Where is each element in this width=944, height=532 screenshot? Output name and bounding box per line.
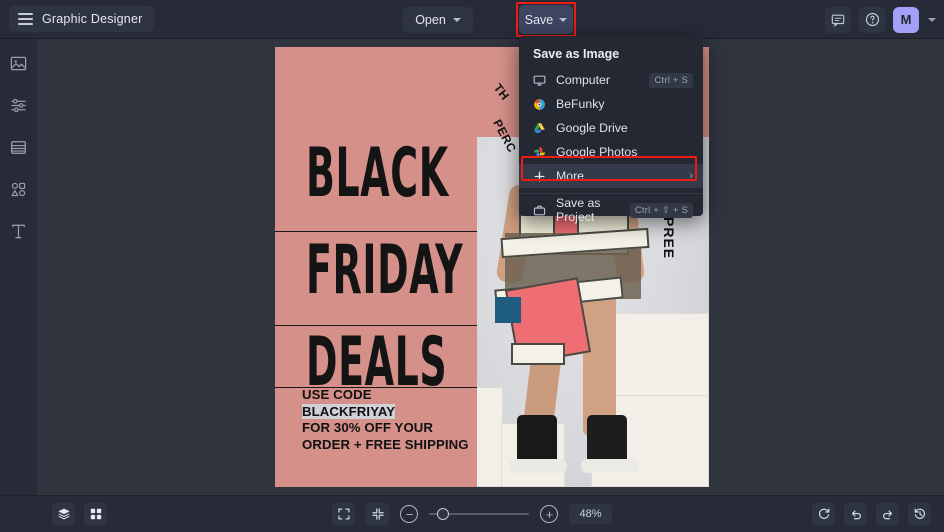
promo-line-4: ORDER + FREE SHIPPING	[302, 436, 469, 452]
menu-item-label: Computer	[556, 73, 610, 87]
menu-item-shortcut: Ctrl + ⇧ + S	[629, 202, 693, 218]
redo-icon[interactable]	[876, 502, 899, 526]
menu-item-label: More	[556, 169, 585, 183]
sidebar-item-edit[interactable]	[7, 93, 31, 117]
menu-item-label: BeFunky	[556, 97, 605, 111]
save-button-wrap: Save	[519, 5, 573, 34]
app-title: Graphic Designer	[42, 12, 143, 26]
menu-item-befunky[interactable]: BeFunky	[519, 92, 703, 116]
chevron-down-icon	[452, 17, 461, 22]
reset-icon[interactable]	[812, 502, 835, 526]
zoom-in-button[interactable]: +	[540, 505, 559, 523]
app-menu-button[interactable]: Graphic Designer	[9, 6, 155, 32]
model-shoe-sole	[581, 459, 639, 473]
menu-item-google-photos[interactable]: Google Photos	[519, 140, 703, 164]
menu-item-shortcut: Ctrl + S	[649, 72, 693, 88]
menu-divider	[519, 193, 703, 194]
sidebar-item-text[interactable]	[7, 219, 31, 243]
menu-heading: Save as Image	[533, 47, 620, 61]
zoom-out-button[interactable]: −	[400, 505, 419, 523]
menu-item-computer[interactable]: Computer Ctrl + S	[519, 68, 703, 92]
headline-friday: FRIDAY	[306, 231, 464, 310]
collapse-icon[interactable]	[366, 502, 390, 526]
comment-icon[interactable]	[825, 6, 851, 33]
menu-item-label: Google Drive	[556, 121, 628, 135]
zoom-level-label[interactable]: 48%	[569, 504, 612, 524]
zoom-controls: − + 48%	[0, 502, 944, 526]
top-bar-right: M	[825, 0, 936, 39]
garment-band	[511, 343, 565, 365]
avatar-chevron-down-icon[interactable]	[928, 17, 936, 22]
save-label: Save	[524, 12, 554, 27]
google-drive-icon	[533, 122, 550, 135]
promo-text-block: USE CODE BLACKFRIYAY FOR 30% OFF YOUR OR…	[302, 387, 502, 453]
history-icon[interactable]	[908, 502, 931, 526]
menu-item-save-as-project[interactable]: Save as Project Ctrl + ⇧ + S	[519, 196, 703, 224]
befunky-logo-icon	[533, 98, 550, 111]
zoom-slider-handle[interactable]	[437, 508, 450, 520]
chevron-down-icon	[559, 17, 568, 22]
save-dropdown-menu[interactable]: Save as Image Computer Ctrl + S BeFunky	[519, 36, 703, 224]
bottom-left-tools	[52, 502, 107, 526]
app-root: Graphic Designer Open Save M TH PERC PRE…	[0, 0, 944, 532]
open-label: Open	[415, 12, 446, 27]
model-shoe-sole	[509, 459, 567, 473]
menu-item-google-drive[interactable]: Google Drive	[519, 116, 703, 140]
avatar[interactable]: M	[893, 6, 919, 33]
bottom-bar: − + 48%	[0, 495, 944, 532]
plus-icon	[533, 170, 550, 183]
sidebar-item-image[interactable]	[7, 51, 31, 75]
headline-black: BLACK	[306, 134, 449, 213]
top-bar: Graphic Designer Open Save M	[0, 0, 944, 39]
zoom-slider[interactable]	[429, 507, 530, 521]
bottom-right-tools	[812, 502, 931, 526]
menu-item-label: Google Photos	[556, 145, 638, 159]
vertical-text: PREE	[661, 217, 677, 260]
promo-line-3: FOR 30% OFF YOUR	[302, 420, 434, 435]
help-circle-icon[interactable]	[859, 6, 885, 33]
expand-icon[interactable]	[332, 502, 356, 526]
menu-item-more[interactable]: More ›	[519, 164, 703, 188]
briefcase-icon	[533, 204, 550, 217]
google-photos-icon	[533, 146, 550, 159]
promo-line-1: USE CODE	[302, 387, 372, 402]
sidebar-item-graphics[interactable]	[7, 177, 31, 201]
prop-cube	[613, 313, 709, 399]
save-button[interactable]: Save	[519, 5, 573, 34]
open-button[interactable]: Open	[403, 6, 473, 33]
monitor-icon	[533, 74, 550, 87]
layers-icon[interactable]	[52, 502, 75, 526]
undo-icon[interactable]	[844, 502, 867, 526]
chevron-right-icon: ›	[689, 170, 693, 182]
grid-icon[interactable]	[84, 502, 107, 526]
menu-item-label: Save as Project	[556, 196, 601, 224]
hamburger-icon	[18, 13, 33, 25]
promo-code: BLACKFRIYAY	[302, 403, 396, 419]
garment-blue-square	[495, 297, 521, 323]
sidebar-item-templates[interactable]	[7, 135, 31, 159]
left-sidebar	[0, 39, 37, 495]
